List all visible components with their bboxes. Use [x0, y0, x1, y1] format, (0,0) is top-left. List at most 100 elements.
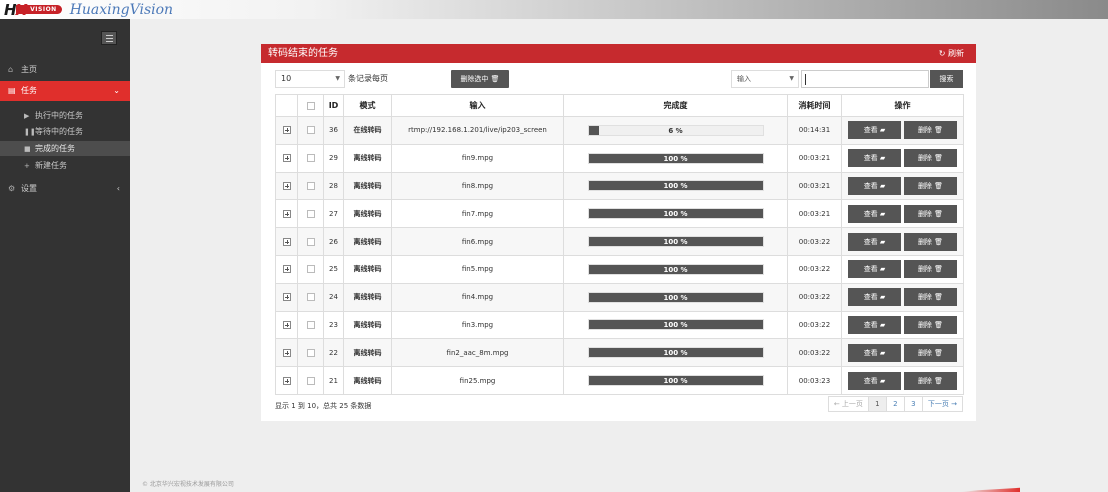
row-select-cell[interactable] — [297, 282, 324, 312]
row-expand-cell[interactable] — [275, 171, 298, 201]
delete-button[interactable]: 删除 🗑 — [904, 204, 957, 223]
row-expand-cell[interactable] — [275, 254, 298, 284]
expand-icon[interactable] — [282, 209, 291, 218]
row-input: fin25.mpg — [391, 366, 564, 395]
search-input[interactable] — [801, 70, 929, 88]
view-button[interactable]: 查看 ▰ — [848, 176, 901, 195]
sidebar-sub-finished[interactable]: ■ 完成的任务 — [0, 141, 130, 156]
view-label: 查看 — [863, 376, 878, 385]
sidebar-sub-new[interactable]: + 新建任务 — [0, 158, 130, 173]
sidebar-toggle-icon[interactable] — [101, 31, 117, 45]
expand-icon[interactable] — [282, 376, 291, 385]
row-select-cell[interactable] — [297, 366, 324, 395]
delete-button[interactable]: 删除 🗑 — [904, 149, 957, 168]
expand-icon[interactable] — [282, 237, 291, 246]
row-select-cell[interactable] — [297, 171, 324, 201]
play-icon: ▶ — [24, 112, 30, 120]
row-expand-cell[interactable] — [275, 366, 298, 395]
row-checkbox[interactable] — [306, 265, 315, 274]
row-checkbox[interactable] — [306, 181, 315, 190]
expand-icon[interactable] — [282, 265, 291, 274]
column-header-id[interactable]: ID — [323, 94, 344, 117]
column-header-input[interactable]: 输入 — [391, 94, 564, 117]
row-checkbox[interactable] — [306, 126, 315, 135]
row-select-cell[interactable] — [297, 338, 324, 368]
sidebar-item-tasks[interactable]: ▤ 任务 ⌄ — [0, 81, 130, 101]
prev-page-button[interactable]: ← 上一页 — [827, 396, 869, 412]
view-button[interactable]: 查看 ▰ — [848, 315, 901, 334]
view-button[interactable]: 查看 ▰ — [848, 232, 901, 251]
delete-button[interactable]: 删除 🗑 — [904, 288, 957, 307]
delete-button[interactable]: 删除 🗑 — [904, 176, 957, 195]
column-header-mode[interactable]: 模式 — [343, 94, 392, 117]
refresh-button[interactable]: ↻ 刷新 — [939, 44, 964, 63]
row-select-cell[interactable] — [297, 143, 324, 173]
delete-selected-button[interactable]: 删除选中 🗑 — [451, 70, 509, 88]
delete-button[interactable]: 删除 🗑 — [904, 371, 957, 390]
expand-icon[interactable] — [282, 126, 291, 135]
row-select-cell[interactable] — [297, 199, 324, 229]
delete-button[interactable]: 删除 🗑 — [904, 260, 957, 279]
row-checkbox[interactable] — [306, 209, 315, 218]
search-button[interactable]: 搜索 — [930, 70, 963, 88]
page-length-select[interactable]: 10 ▼ — [275, 70, 345, 88]
expand-icon[interactable] — [282, 348, 291, 357]
view-button[interactable]: 查看 ▰ — [848, 149, 901, 168]
sidebar-sub-running[interactable]: ▶ 执行中的任务 — [0, 108, 130, 123]
table-row: 36 在线转码 rtmp://192.168.1.201/live/ip203_sc… — [275, 116, 964, 145]
sidebar-sub-label: 等待中的任务 — [35, 127, 83, 136]
row-checkbox[interactable] — [306, 237, 315, 246]
row-expand-cell[interactable] — [275, 116, 298, 145]
sidebar-item-home[interactable]: ⌂ 主页 — [0, 60, 130, 80]
view-label: 查看 — [863, 126, 878, 135]
sidebar-item-settings[interactable]: ⚙ 设置 ‹ — [0, 179, 130, 199]
row-select-cell[interactable] — [297, 116, 324, 145]
chevron-down-icon: ⌄ — [113, 86, 120, 95]
column-header-elapsed[interactable]: 消耗时间 — [787, 94, 842, 117]
row-checkbox[interactable] — [306, 320, 315, 329]
view-label: 查看 — [863, 348, 878, 357]
row-checkbox[interactable] — [306, 293, 315, 302]
expand-icon[interactable] — [282, 181, 291, 190]
column-header-progress[interactable]: 完成度 — [563, 94, 788, 117]
row-expand-cell[interactable] — [275, 310, 298, 340]
next-page-button[interactable]: 下一页 → — [921, 396, 963, 412]
delete-button[interactable]: 删除 🗑 — [904, 343, 957, 362]
expand-icon[interactable] — [282, 320, 291, 329]
row-input: fin7.mpg — [391, 199, 564, 229]
corner-accent — [960, 487, 1020, 492]
folder-icon: ▰ — [879, 320, 886, 329]
row-expand-cell[interactable] — [275, 143, 298, 173]
row-expand-cell[interactable] — [275, 199, 298, 229]
expand-icon[interactable] — [282, 154, 291, 163]
table-header-row: ID 模式 输入 完成度 消耗时间 操作 — [275, 94, 964, 117]
row-expand-cell[interactable] — [275, 282, 298, 312]
delete-button[interactable]: 删除 🗑 — [904, 315, 957, 334]
page-button-1[interactable]: 1 — [867, 396, 887, 412]
view-button[interactable]: 查看 ▰ — [848, 343, 901, 362]
view-button[interactable]: 查看 ▰ — [848, 260, 901, 279]
page-button-2[interactable]: 2 — [885, 396, 905, 412]
row-select-cell[interactable] — [297, 310, 324, 340]
row-checkbox[interactable] — [306, 348, 315, 357]
row-elapsed: 00:03:21 — [787, 171, 842, 201]
view-button[interactable]: 查看 ▰ — [848, 288, 901, 307]
search-column-select[interactable]: 输入 ▼ — [731, 70, 799, 88]
delete-button[interactable]: 删除 🗑 — [904, 232, 957, 251]
row-expand-cell[interactable] — [275, 227, 298, 256]
select-all-checkbox[interactable] — [297, 94, 324, 117]
row-checkbox[interactable] — [306, 376, 315, 385]
page-button-3[interactable]: 3 — [903, 396, 923, 412]
row-select-cell[interactable] — [297, 227, 324, 256]
row-select-cell[interactable] — [297, 254, 324, 284]
delete-button[interactable]: 删除 🗑 — [904, 121, 957, 140]
row-expand-cell[interactable] — [275, 338, 298, 368]
table-row: 29 离线转码 fin9.mpg 100 % 00:03:21 查看 ▰ 删除 🗑 — [275, 143, 964, 173]
view-button[interactable]: 查看 ▰ — [848, 204, 901, 223]
row-checkbox[interactable] — [306, 154, 315, 163]
view-button[interactable]: 查看 ▰ — [848, 371, 901, 390]
view-button[interactable]: 查看 ▰ — [848, 121, 901, 140]
expand-icon[interactable] — [282, 293, 291, 302]
sidebar-item-label: 设置 — [21, 184, 37, 193]
sidebar-sub-waiting[interactable]: ❚❚等待中的任务 — [0, 124, 130, 139]
